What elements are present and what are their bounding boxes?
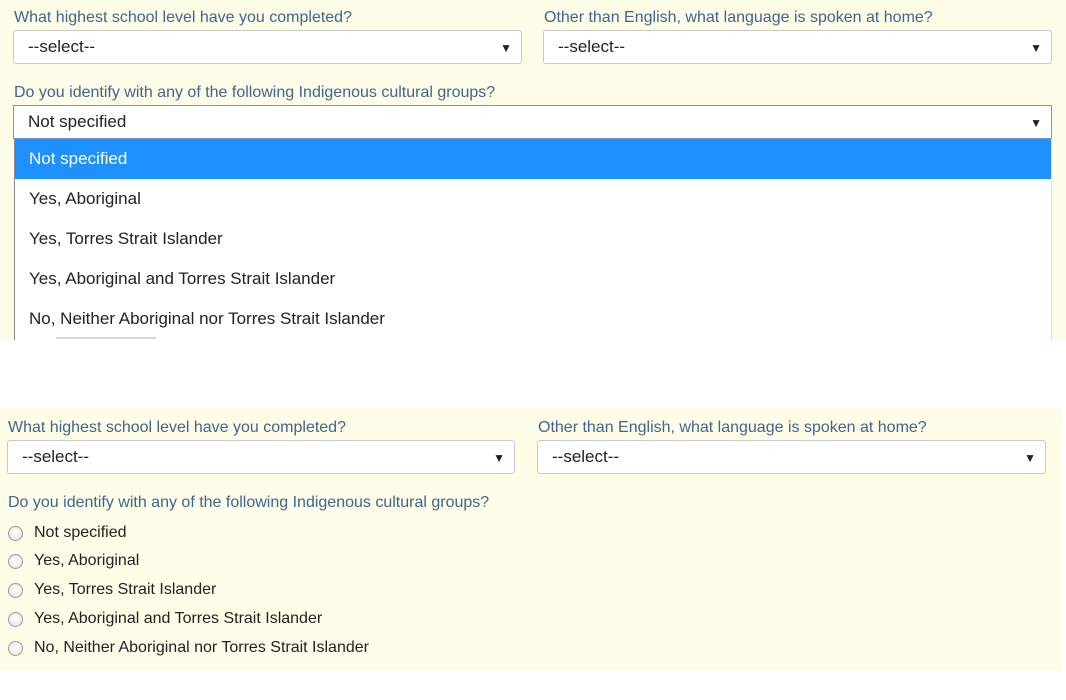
radio-option-aboriginal-and-torres-strait[interactable]: Yes, Aboriginal and Torres Strait Island…	[8, 608, 322, 630]
radio-label: Yes, Aboriginal and Torres Strait Island…	[34, 610, 323, 627]
school-level-label: What highest school level have you compl…	[14, 9, 352, 26]
radio-option-neither[interactable]: No, Neither Aboriginal nor Torres Strait…	[8, 637, 369, 659]
chevron-down-icon: ▼	[1024, 451, 1036, 465]
home-language-select[interactable]: --select-- ▼	[537, 440, 1046, 474]
radio-button[interactable]	[8, 611, 23, 627]
dropdown-option-neither[interactable]: No, Neither Aboriginal nor Torres Strait…	[15, 299, 1051, 339]
indigenous-group-label: Do you identify with any of the followin…	[14, 84, 496, 101]
home-language-label: Other than English, what language is spo…	[538, 419, 927, 436]
radio-label: Yes, Aboriginal	[34, 552, 140, 569]
radio-button[interactable]	[8, 553, 23, 569]
home-language-select[interactable]: --select-- ▼	[543, 30, 1052, 64]
school-level-select[interactable]: --select-- ▼	[7, 440, 515, 474]
chevron-down-icon: ▼	[1030, 41, 1042, 55]
school-level-select[interactable]: --select-- ▼	[13, 30, 522, 64]
form-panel-dropdown-version: What highest school level have you compl…	[0, 0, 1066, 340]
chevron-down-icon: ▼	[1030, 116, 1042, 130]
indigenous-group-select-value: Not specified	[28, 112, 127, 131]
radio-option-torres-strait[interactable]: Yes, Torres Strait Islander	[8, 579, 216, 601]
dropdown-option-torres-strait[interactable]: Yes, Torres Strait Islander	[15, 219, 1051, 259]
radio-label: No, Neither Aboriginal nor Torres Strait…	[34, 639, 369, 656]
dropdown-option-aboriginal-and-torres-strait[interactable]: Yes, Aboriginal and Torres Strait Island…	[15, 259, 1051, 299]
school-level-label: What highest school level have you compl…	[8, 419, 346, 436]
indigenous-group-label: Do you identify with any of the followin…	[8, 494, 490, 511]
dropdown-option-aboriginal[interactable]: Yes, Aboriginal	[15, 179, 1051, 219]
radio-label: Yes, Torres Strait Islander	[34, 581, 217, 598]
chevron-down-icon: ▼	[493, 451, 505, 465]
home-language-select-value: --select--	[552, 447, 620, 466]
indigenous-group-dropdown-list: Not specified Yes, Aboriginal Yes, Torre…	[14, 139, 1052, 340]
dropdown-option-not-specified[interactable]: Not specified	[15, 139, 1051, 179]
home-language-select-value: --select--	[558, 37, 626, 56]
radio-label: Not specified	[34, 524, 127, 541]
indigenous-group-select[interactable]: Not specified ▼	[13, 105, 1052, 139]
form-panel-radio-version: What highest school level have you compl…	[0, 408, 1062, 671]
chevron-down-icon: ▼	[500, 41, 512, 55]
radio-button[interactable]	[8, 582, 23, 598]
radio-button[interactable]	[8, 525, 23, 541]
radio-option-not-specified[interactable]: Not specified	[8, 522, 127, 544]
radio-option-aboriginal[interactable]: Yes, Aboriginal	[8, 550, 139, 572]
school-level-select-value: --select--	[28, 37, 96, 56]
obscured-text-fragment	[56, 334, 156, 340]
school-level-select-value: --select--	[22, 447, 90, 466]
home-language-label: Other than English, what language is spo…	[544, 9, 933, 26]
radio-button[interactable]	[8, 640, 23, 656]
